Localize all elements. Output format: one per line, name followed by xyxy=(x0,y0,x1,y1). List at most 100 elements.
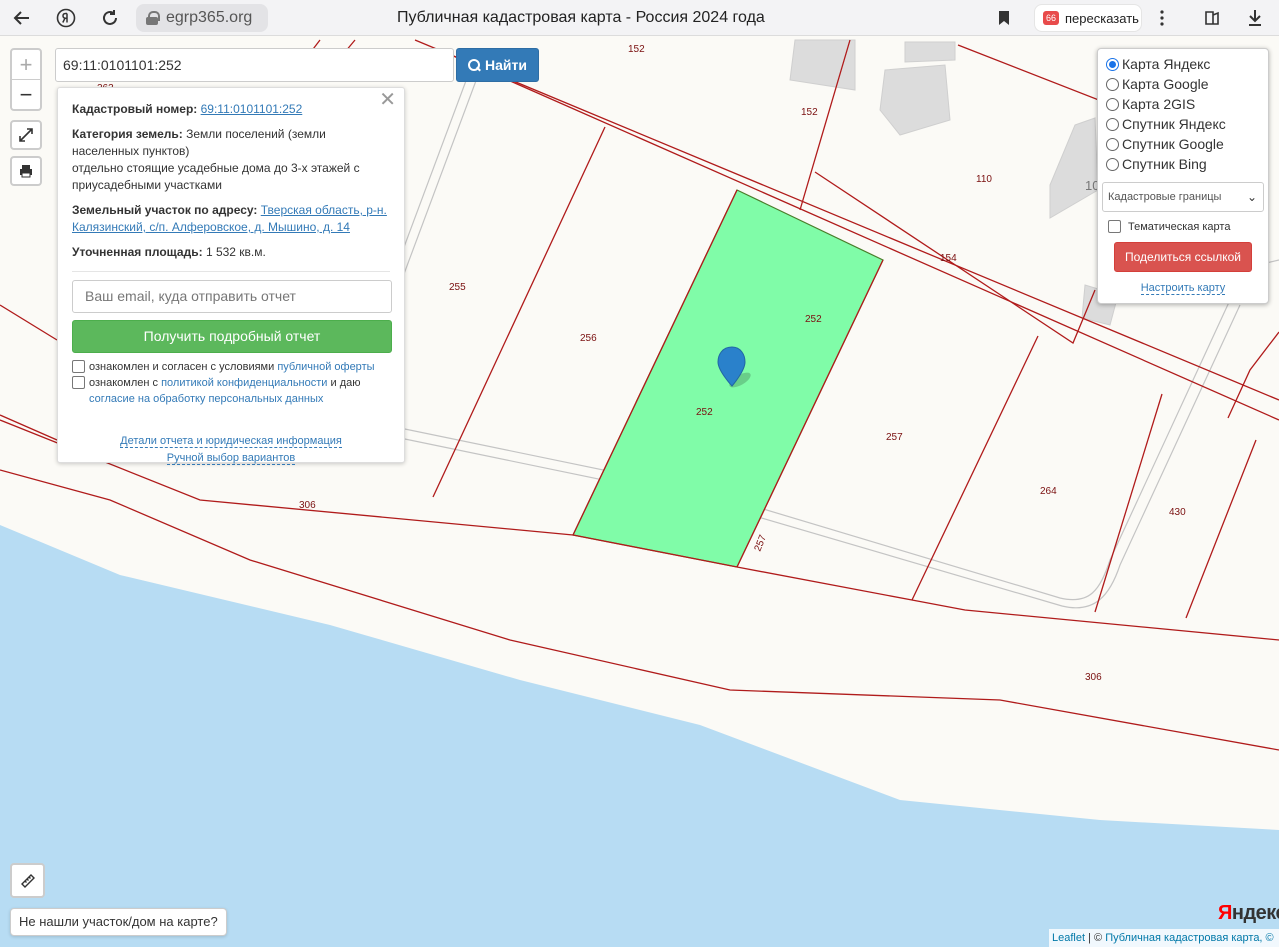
cadastral-number-link[interactable]: 69:11:0101101:252 xyxy=(201,102,303,116)
layer-option-label: Карта Яндекс xyxy=(1122,56,1211,72)
back-arrow-icon[interactable] xyxy=(8,4,36,32)
browser-toolbar: egrp365.org Публичная кадастровая карта … xyxy=(0,0,1279,36)
download-icon[interactable] xyxy=(1241,4,1269,32)
collections-icon[interactable] xyxy=(1198,4,1226,32)
label-430: 430 xyxy=(1169,507,1186,518)
yandex-logo-first: Я xyxy=(1218,902,1232,924)
url-text: egrp365.org xyxy=(166,9,253,26)
privacy-consent-and: и даю xyxy=(330,377,361,389)
radio-button[interactable] xyxy=(1106,117,1119,131)
close-icon[interactable]: ✕ xyxy=(379,90,396,110)
offer-consent-row: ознакомлен и согласен с условиями публич… xyxy=(72,359,390,375)
layer-option-label: Карта Google xyxy=(1122,76,1209,92)
bookmark-icon[interactable] xyxy=(990,4,1018,32)
layer-option-label: Спутник Bing xyxy=(1122,156,1207,172)
overlay-select-value: Кадастровые границы xyxy=(1108,191,1222,203)
label-252a: 252 xyxy=(805,314,822,325)
offer-consent-checkbox[interactable] xyxy=(72,360,85,373)
radio-button[interactable] xyxy=(1106,137,1119,151)
configure-map-row: Настроить карту xyxy=(1106,282,1260,295)
zoom-out-button[interactable]: − xyxy=(12,80,40,110)
layer-option-bing-satellite[interactable]: Спутник Bing xyxy=(1106,154,1260,174)
print-button[interactable] xyxy=(10,156,42,186)
share-link-button[interactable]: Поделиться ссылкой xyxy=(1114,242,1252,272)
land-category-row: Категория земель: Земли поселений (земли… xyxy=(72,126,390,194)
label-255: 255 xyxy=(449,282,466,293)
water-area xyxy=(0,525,1279,947)
not-found-button[interactable]: Не нашли участок/дом на карте? xyxy=(10,908,227,936)
land-usage-value: отдельно стоящие усадебные дома до 3-х э… xyxy=(72,161,360,192)
overlay-select[interactable]: Кадастровые границы ⌄ xyxy=(1102,182,1264,212)
label-256: 256 xyxy=(580,333,597,344)
label-152a: 152 xyxy=(628,44,645,55)
retell-icon: 66 xyxy=(1043,11,1059,25)
land-category-label: Категория земель: xyxy=(72,127,183,141)
expand-icon xyxy=(19,128,33,142)
cadastral-number-row: Кадастровый номер: 69:11:0101101:252 xyxy=(72,101,390,118)
more-menu-icon[interactable] xyxy=(1148,4,1176,32)
lock-icon xyxy=(146,11,160,25)
page-title: Публичная кадастровая карта - Россия 202… xyxy=(397,9,765,26)
thematic-map-checkbox[interactable] xyxy=(1108,220,1121,233)
layer-option-yandex-map[interactable]: Карта Яндекс xyxy=(1106,54,1260,74)
label-264: 264 xyxy=(1040,486,1057,497)
address-bar[interactable]: egrp365.org xyxy=(136,4,268,32)
privacy-policy-link[interactable]: политикой конфиденциальности xyxy=(161,377,327,389)
pkk-link[interactable]: Публичная кадастровая карта, © xyxy=(1105,932,1273,944)
chevron-down-icon: ⌄ xyxy=(1246,190,1257,204)
find-button-label: Найти xyxy=(485,57,527,73)
layer-option-2gis-map[interactable]: Карта 2GIS xyxy=(1106,94,1260,114)
email-input[interactable]: Ваш email, куда отправить отчет xyxy=(72,280,392,313)
retell-button[interactable]: 66 пересказать xyxy=(1034,4,1142,32)
area-value: 1 532 кв.м. xyxy=(205,245,266,259)
leaflet-link[interactable]: Leaflet xyxy=(1052,932,1085,944)
address-label: Земельный участок по адресу: xyxy=(72,203,258,217)
public-offer-link[interactable]: публичной оферты xyxy=(277,361,374,373)
reload-icon[interactable] xyxy=(96,4,124,32)
fullscreen-button[interactable] xyxy=(10,120,42,150)
radio-button[interactable] xyxy=(1106,157,1119,171)
privacy-consent-checkbox[interactable] xyxy=(72,376,85,389)
label-257b: 257 xyxy=(753,533,770,553)
label-152b: 152 xyxy=(801,107,818,118)
layer-option-google-map[interactable]: Карта Google xyxy=(1106,74,1260,94)
zoom-in-button[interactable]: + xyxy=(12,50,40,80)
area-row: Уточненная площадь: 1 532 кв.м. xyxy=(72,244,390,261)
layer-option-label: Спутник Google xyxy=(1122,136,1224,152)
yandex-logo: Яндекс xyxy=(1218,902,1279,925)
report-details-link[interactable]: Детали отчета и юридическая информация xyxy=(120,435,342,448)
configure-map-link[interactable]: Настроить карту xyxy=(1140,282,1226,295)
zoom-control: + − xyxy=(10,48,42,111)
layer-option-google-satellite[interactable]: Спутник Google xyxy=(1106,134,1260,154)
measure-button[interactable] xyxy=(10,863,45,898)
get-report-button[interactable]: Получить подробный отчет xyxy=(72,320,392,353)
parcel-info-popup: ✕ Кадастровый номер: 69:11:0101101:252 К… xyxy=(57,87,405,465)
personal-data-consent-link[interactable]: согласие на обработку персональных данны… xyxy=(89,393,323,405)
label-257a: 257 xyxy=(886,432,903,443)
offer-consent-text: ознакомлен и согласен с условиями xyxy=(89,361,275,373)
address-row: Земельный участок по адресу: Тверская об… xyxy=(72,202,390,236)
radio-button[interactable] xyxy=(1106,97,1119,111)
label-154: 154 xyxy=(940,253,957,264)
divider xyxy=(72,271,390,272)
label-306b: 306 xyxy=(1085,672,1102,683)
label-306a: 306 xyxy=(299,500,316,511)
attribution-separator: | © xyxy=(1088,932,1103,944)
popup-links: Детали отчета и юридическая информация Р… xyxy=(72,433,390,467)
print-icon xyxy=(20,165,32,178)
radio-button[interactable] xyxy=(1106,57,1119,71)
layer-option-yandex-satellite[interactable]: Спутник Яндекс xyxy=(1106,114,1260,134)
label-252b: 252 xyxy=(696,407,713,418)
label-110: 110 xyxy=(976,174,992,185)
yandex-logo-rest: ндекс xyxy=(1231,902,1279,924)
area-label: Уточненная площадь: xyxy=(72,245,203,259)
find-button[interactable]: Найти xyxy=(456,48,539,82)
privacy-consent-text: ознакомлен с xyxy=(89,377,159,389)
layers-panel: Карта Яндекс Карта Google Карта 2GIS Спу… xyxy=(1097,48,1269,304)
manual-selection-link[interactable]: Ручной выбор вариантов xyxy=(166,452,296,465)
cadastral-search-input[interactable]: 69:11:0101101:252 xyxy=(55,48,454,82)
radio-button[interactable] xyxy=(1106,77,1119,91)
thematic-map-row[interactable]: Тематическая карта xyxy=(1106,220,1260,233)
search-icon xyxy=(468,59,481,71)
yandex-logo-icon[interactable] xyxy=(52,4,80,32)
